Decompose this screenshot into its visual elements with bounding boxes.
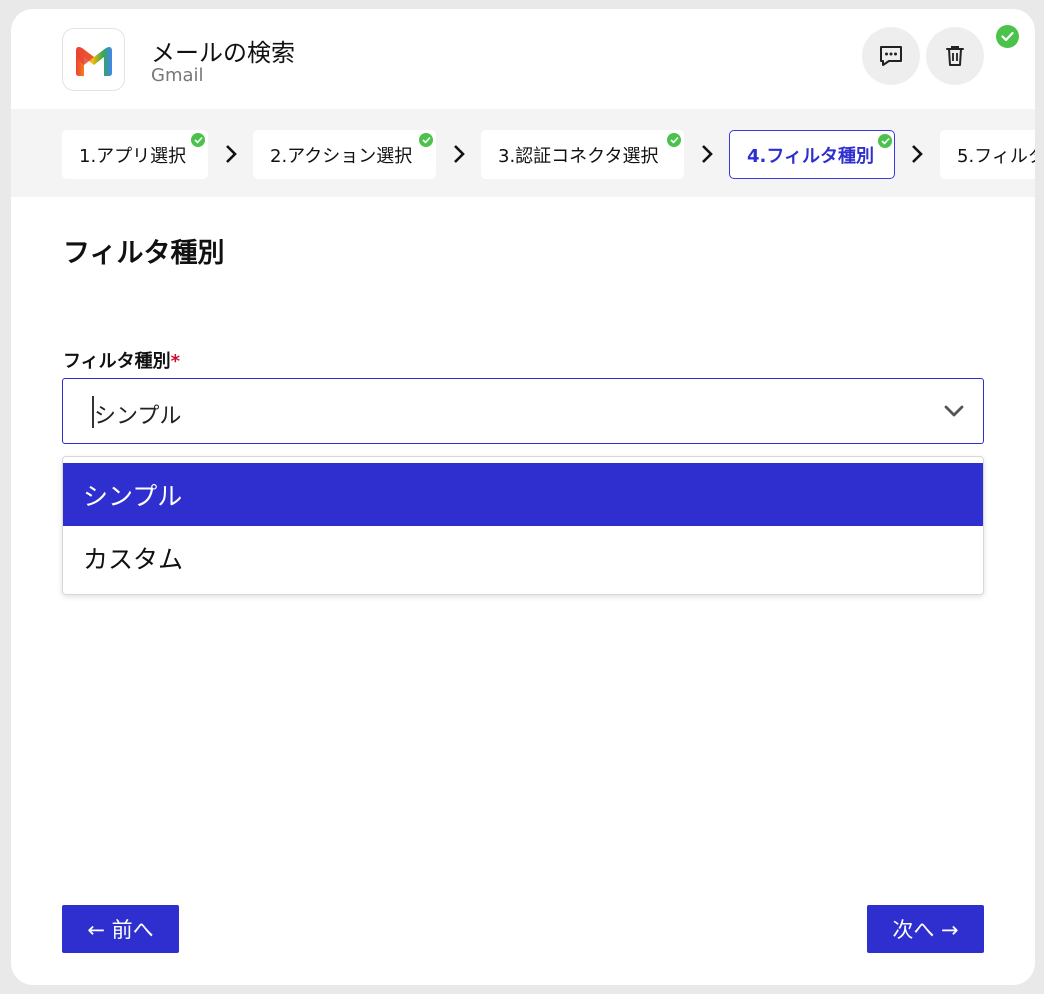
- field-label: フィルタ種別*: [63, 347, 180, 373]
- check-icon: [667, 133, 681, 147]
- step-app-select[interactable]: 1.アプリ選択: [62, 130, 208, 179]
- app-subtitle: Gmail: [151, 65, 204, 86]
- step-label: 4.フィルタ種別: [747, 145, 875, 167]
- filter-type-select[interactable]: シンプル: [62, 378, 984, 444]
- select-value: シンプル: [94, 404, 182, 429]
- step-label: 3.認証コネクタ選択: [498, 145, 659, 167]
- automation-step-card: メールの検索 Gmail 1.アプリ選択 2.アクション選択 3.認証コネクタ選…: [11, 9, 1035, 985]
- check-circle-icon: [996, 25, 1019, 48]
- option-simple[interactable]: シンプル: [63, 463, 983, 526]
- dropdown-menu: シンプル カスタム: [62, 456, 984, 595]
- prev-button[interactable]: ← 前へ: [62, 905, 179, 953]
- required-mark: *: [170, 351, 181, 372]
- check-icon: [419, 133, 433, 147]
- step-label: 1.アプリ選択: [79, 145, 187, 167]
- step-connector-select[interactable]: 3.認証コネクタ選択: [481, 130, 684, 179]
- option-custom[interactable]: カスタム: [63, 526, 983, 589]
- chevron-right-icon: [454, 145, 465, 163]
- check-icon: [878, 134, 892, 148]
- app-title: メールの検索: [151, 39, 295, 67]
- gmail-logo-icon: [62, 28, 125, 91]
- chevron-right-icon: [702, 145, 713, 163]
- stepper: 1.アプリ選択 2.アクション選択 3.認証コネクタ選択 4.フィルタ種別 5.…: [11, 109, 1035, 197]
- delete-button[interactable]: [926, 27, 984, 85]
- chevron-right-icon: [226, 145, 237, 163]
- field-label-text: フィルタ種別: [63, 351, 171, 372]
- comment-icon: [880, 46, 902, 66]
- step-action-select[interactable]: 2.アクション選択: [253, 130, 436, 179]
- step-filter[interactable]: 5.フィルタ: [940, 130, 1035, 179]
- header: メールの検索 Gmail: [11, 9, 1035, 109]
- chevron-down-icon[interactable]: [944, 404, 964, 418]
- check-icon: [191, 133, 205, 147]
- step-label: 5.フィルタ: [957, 145, 1035, 167]
- comment-button[interactable]: [862, 27, 920, 85]
- trash-icon: [946, 46, 964, 66]
- next-button[interactable]: 次へ →: [867, 905, 984, 953]
- step-filter-type[interactable]: 4.フィルタ種別: [729, 130, 895, 179]
- chevron-right-icon: [912, 145, 923, 163]
- step-label: 2.アクション選択: [270, 145, 413, 167]
- section-title: フィルタ種別: [63, 238, 225, 269]
